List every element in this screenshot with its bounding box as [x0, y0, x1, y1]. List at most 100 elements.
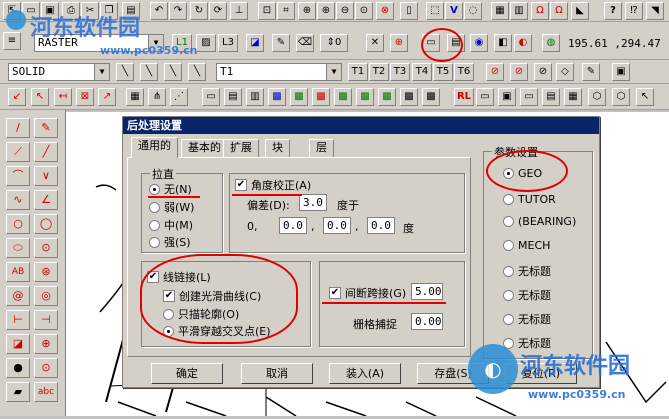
layer2-icon[interactable]: ▤ [224, 88, 242, 106]
polyline-icon[interactable]: ⟋ [6, 142, 30, 162]
block3-icon[interactable]: ⊘ [534, 63, 552, 81]
straighten-strong-radio[interactable]: 强(S) [149, 234, 191, 250]
abc-icon[interactable]: abc [34, 382, 58, 402]
globe-icon[interactable]: ◍ [542, 34, 560, 52]
shape2-icon[interactable]: ⬡ [612, 88, 630, 106]
target-icon[interactable]: ⊕ [390, 34, 408, 52]
tab-extended[interactable]: 扩展 [223, 139, 259, 157]
thickness-t2-button[interactable]: T2 [369, 63, 389, 81]
shape-icon[interactable]: ⬡ [588, 88, 606, 106]
layer-icon[interactable]: ≡ [3, 32, 21, 50]
thickness-t6-button[interactable]: T6 [454, 63, 474, 81]
curve-icon[interactable]: ∿ [6, 190, 30, 210]
redo-icon[interactable]: ↷ [169, 2, 187, 20]
eraser-icon[interactable]: ◌ [464, 2, 482, 20]
spiral-icon[interactable]: @ [6, 286, 30, 306]
arrow3-icon[interactable]: ↤ [54, 88, 72, 106]
spiral2-icon[interactable]: ◎ [34, 286, 58, 306]
line2-icon[interactable]: ╲ [140, 63, 158, 81]
colors5-icon[interactable]: ▩ [356, 88, 374, 106]
dim2-icon[interactable]: ⊣ [34, 310, 58, 330]
tab-block[interactable]: 块 [265, 139, 290, 157]
calc-icon[interactable]: ▦ [126, 88, 144, 106]
export-icon[interactable]: ◥ [646, 2, 664, 20]
zoom-fit-icon[interactable]: ⊙ [355, 2, 373, 20]
pen-icon[interactable]: ✎ [34, 118, 58, 138]
measure-icon[interactable]: ◣ [571, 2, 589, 20]
text-icon[interactable]: ◧ [494, 34, 512, 52]
magnet-icon[interactable]: Ω [531, 2, 549, 20]
param-mech-radio[interactable]: MECH [503, 239, 550, 252]
monitor-icon[interactable]: ▣ [612, 63, 630, 81]
frame-icon[interactable]: ⊡ [258, 2, 276, 20]
straighten-none-radio[interactable]: 无(N) [149, 181, 192, 197]
box-icon[interactable]: ⊠ [76, 88, 94, 106]
tab-general[interactable]: 通用的 [131, 137, 178, 158]
zoom-realtime-icon[interactable]: ⊗ [376, 2, 394, 20]
thickness-select[interactable]: T1 ▼ [216, 63, 342, 81]
straighten-medium-radio[interactable]: 中(M) [149, 217, 193, 233]
cross-icon[interactable]: ✕ [366, 34, 384, 52]
vector-icon[interactable]: V [445, 2, 463, 20]
zoom-window-icon[interactable]: ⊕ [298, 2, 316, 20]
snap-tool-icon[interactable]: ⊕ [34, 334, 58, 354]
param-untitled-3-radio[interactable]: 无标题 [503, 311, 551, 327]
grid-icon[interactable]: ▦ [491, 2, 509, 20]
param-untitled-2-radio[interactable]: 无标题 [503, 287, 551, 303]
straighten-weak-radio[interactable]: 弱(W) [149, 199, 194, 215]
colors3-icon[interactable]: ▩ [312, 88, 330, 106]
layer-l3-icon[interactable]: L3 [218, 34, 238, 52]
snap-icon[interactable]: Ω [550, 2, 568, 20]
gap-bridge-checkbox[interactable]: ✔ 间断跨接(G) [329, 285, 406, 301]
polyline2-icon[interactable]: ╱ [34, 142, 58, 162]
colors6-icon[interactable]: ▩ [378, 88, 396, 106]
load-button[interactable]: 装入(A) [329, 363, 401, 384]
thickness-t5-button[interactable]: T5 [433, 63, 453, 81]
thickness-t1-button[interactable]: T1 [348, 63, 368, 81]
tab-basic[interactable]: 基本的 [181, 139, 228, 157]
pencil-icon[interactable]: ✎ [272, 34, 290, 52]
grid2-icon[interactable]: ▦ [564, 88, 582, 106]
save2-icon[interactable]: ▣ [498, 88, 516, 106]
page2-icon[interactable]: ▤ [542, 88, 560, 106]
insert-icon[interactable]: ⊥ [230, 2, 248, 20]
crop-icon[interactable]: ⌗ [277, 2, 295, 20]
thickness-t3-button[interactable]: T3 [390, 63, 410, 81]
hatch-icon[interactable]: ◪ [6, 334, 30, 354]
lines-icon[interactable]: ▥ [246, 88, 264, 106]
arc-icon[interactable]: ⌒ [6, 166, 30, 186]
angle-correction-checkbox[interactable]: ✔ 角度校正(A) [235, 177, 311, 193]
circle2-tool-icon[interactable]: ◯ [34, 214, 58, 234]
redraw-icon[interactable]: ↻ [190, 2, 208, 20]
bomb-icon[interactable]: ● [6, 358, 30, 378]
spin-icon[interactable]: ⇕0 [320, 34, 348, 52]
colors-icon[interactable]: ▩ [268, 88, 286, 106]
zoom-out-icon[interactable]: ⊖ [336, 2, 354, 20]
zoom-in-icon[interactable]: ⊕ [317, 2, 335, 20]
network-icon[interactable]: ⋔ [148, 88, 166, 106]
ellipse-icon[interactable]: ⬭ [6, 238, 30, 258]
tree-icon[interactable]: ⋰ [170, 88, 188, 106]
rl-icon[interactable]: RL [454, 88, 474, 106]
target-tool-icon[interactable]: ⊙ [34, 358, 58, 378]
folder-icon[interactable]: ▭ [202, 88, 220, 106]
select-icon[interactable]: ⬚ [426, 2, 444, 20]
param-tutor-radio[interactable]: TUTOR [503, 193, 556, 206]
symbol-icon[interactable]: ⊛ [34, 262, 58, 282]
move-icon[interactable]: ↗ [98, 88, 116, 106]
refresh-icon[interactable]: ⟳ [209, 2, 227, 20]
block4-icon[interactable]: ◇ [556, 63, 574, 81]
linetype-select[interactable]: SOLID ▼ [8, 63, 110, 81]
thickness-t4-button[interactable]: T4 [412, 63, 432, 81]
page-icon[interactable]: ▭ [520, 88, 538, 106]
grid-snap-input[interactable]: 0.00 [411, 313, 443, 330]
param-untitled-1-radio[interactable]: 无标题 [503, 263, 551, 279]
layer-lock-icon[interactable]: ▨ [196, 34, 216, 52]
angle-icon[interactable]: ∠ [34, 190, 58, 210]
cursor-icon[interactable]: ↖ [636, 88, 654, 106]
colors8-icon[interactable]: ▩ [422, 88, 440, 106]
question-icon[interactable]: ? [604, 2, 622, 20]
draw-line-icon[interactable]: / [6, 118, 30, 138]
point-icon[interactable]: ⊙ [34, 238, 58, 258]
eraser-tool-icon[interactable]: ⌫ [296, 34, 314, 52]
